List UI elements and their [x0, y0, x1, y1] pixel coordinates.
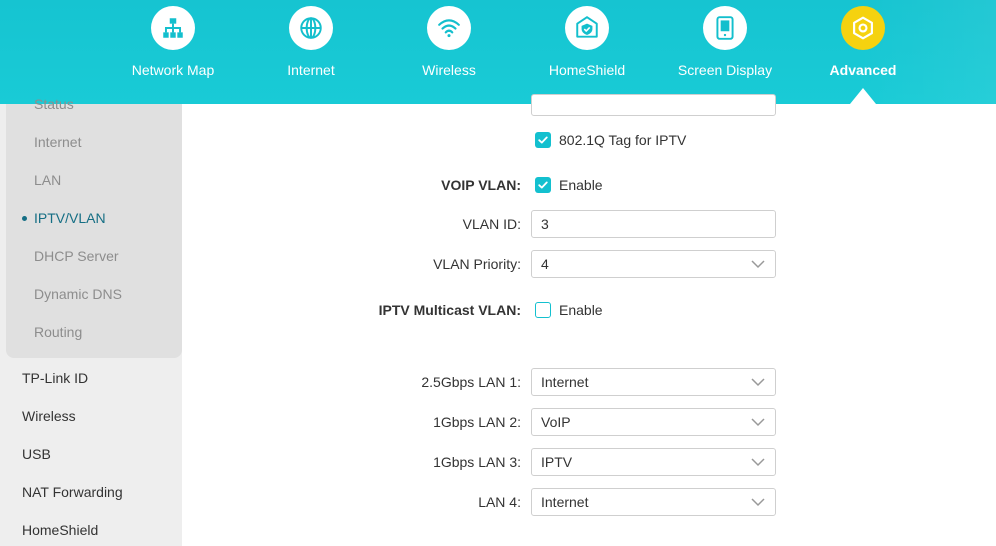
sidebar-item-iptv-vlan[interactable]: IPTV/VLAN — [34, 210, 106, 226]
nav-network-map[interactable]: Network Map — [108, 6, 238, 78]
sidebar-item-dynamic-dns[interactable]: Dynamic DNS — [34, 286, 122, 302]
lan-port-1-value: Internet — [541, 374, 589, 390]
lan-port-1-select[interactable]: Internet — [531, 368, 776, 396]
lan-port-2-select[interactable]: VoIP — [531, 408, 776, 436]
sidebar-item-dhcp-server[interactable]: DHCP Server — [34, 248, 119, 264]
active-item-dot — [22, 216, 27, 221]
wifi-icon — [427, 6, 471, 50]
previous-field[interactable] — [531, 94, 776, 116]
lan-port-4-value: Internet — [541, 494, 589, 510]
nav-internet-label: Internet — [287, 62, 335, 78]
nav-screen-display[interactable]: Screen Display — [660, 6, 790, 78]
chevron-down-icon — [751, 458, 765, 467]
home-shield-icon — [565, 6, 609, 50]
sidebar-item-lan[interactable]: LAN — [34, 172, 61, 188]
vlan-id-input[interactable]: 3 — [531, 210, 776, 238]
nav-homeshield[interactable]: HomeShield — [522, 6, 652, 78]
iptv-multicast-checkbox[interactable] — [535, 302, 551, 318]
vlan-priority-value: 4 — [541, 256, 549, 272]
vlan-id-label: VLAN ID: — [462, 216, 521, 232]
gear-icon — [841, 6, 885, 50]
iptv-tag-label: 802.1Q Tag for IPTV — [559, 132, 687, 148]
lan-port-4-select[interactable]: Internet — [531, 488, 776, 516]
voip-enable-label: Enable — [559, 177, 603, 193]
iptv-tag-checkbox[interactable] — [535, 132, 551, 148]
lan-port-2-value: VoIP — [541, 414, 571, 430]
sidebar-item-homeshield[interactable]: HomeShield — [22, 522, 98, 538]
sidebar-item-usb[interactable]: USB — [22, 446, 51, 462]
nav-internet[interactable]: Internet — [246, 6, 376, 78]
lan-port-3-select[interactable]: IPTV — [531, 448, 776, 476]
chevron-down-icon — [751, 260, 765, 269]
nav-advanced-label: Advanced — [829, 62, 897, 78]
lan-port-4-label: LAN 4: — [478, 494, 521, 510]
chevron-down-icon — [751, 378, 765, 387]
sidebar-item-status[interactable]: Status — [34, 96, 74, 112]
sidebar-item-internet[interactable]: Internet — [34, 134, 81, 150]
sidebar-subpanel — [6, 104, 182, 358]
iptv-multicast-enable-label: Enable — [559, 302, 603, 318]
nav-wireless-label: Wireless — [422, 62, 476, 78]
nav-wireless[interactable]: Wireless — [384, 6, 514, 78]
sidebar: Status Internet LAN IPTV/VLAN DHCP Serve… — [0, 96, 182, 546]
vlan-priority-select[interactable]: 4 — [531, 250, 776, 278]
lan-port-1-label: 2.5Gbps LAN 1: — [421, 374, 521, 390]
nav-advanced[interactable]: Advanced — [798, 6, 928, 78]
voip-enable-checkbox[interactable] — [535, 177, 551, 193]
network-map-icon — [151, 6, 195, 50]
chevron-down-icon — [751, 418, 765, 427]
sidebar-item-tp-link-id[interactable]: TP-Link ID — [22, 370, 88, 386]
chevron-down-icon — [751, 498, 765, 507]
nav-network-map-label: Network Map — [131, 62, 215, 78]
sidebar-item-routing[interactable]: Routing — [34, 324, 82, 340]
iptv-multicast-label: IPTV Multicast VLAN: — [378, 302, 521, 318]
lan-port-3-value: IPTV — [541, 454, 573, 470]
globe-icon — [289, 6, 333, 50]
sidebar-item-wireless[interactable]: Wireless — [22, 408, 76, 424]
lan-port-2-label: 1Gbps LAN 2: — [433, 414, 521, 430]
vlan-priority-label: VLAN Priority: — [433, 256, 521, 272]
lan-port-3-label: 1Gbps LAN 3: — [433, 454, 521, 470]
screen-display-icon — [703, 6, 747, 50]
voip-vlan-label: VOIP VLAN: — [441, 177, 521, 193]
top-navigation: Network Map Internet Wireless HomeShield… — [0, 0, 996, 104]
active-tab-pointer — [850, 88, 876, 104]
sidebar-item-nat-forwarding[interactable]: NAT Forwarding — [22, 484, 123, 500]
nav-homeshield-label: HomeShield — [548, 62, 626, 78]
nav-screen-display-label: Screen Display — [677, 62, 773, 78]
